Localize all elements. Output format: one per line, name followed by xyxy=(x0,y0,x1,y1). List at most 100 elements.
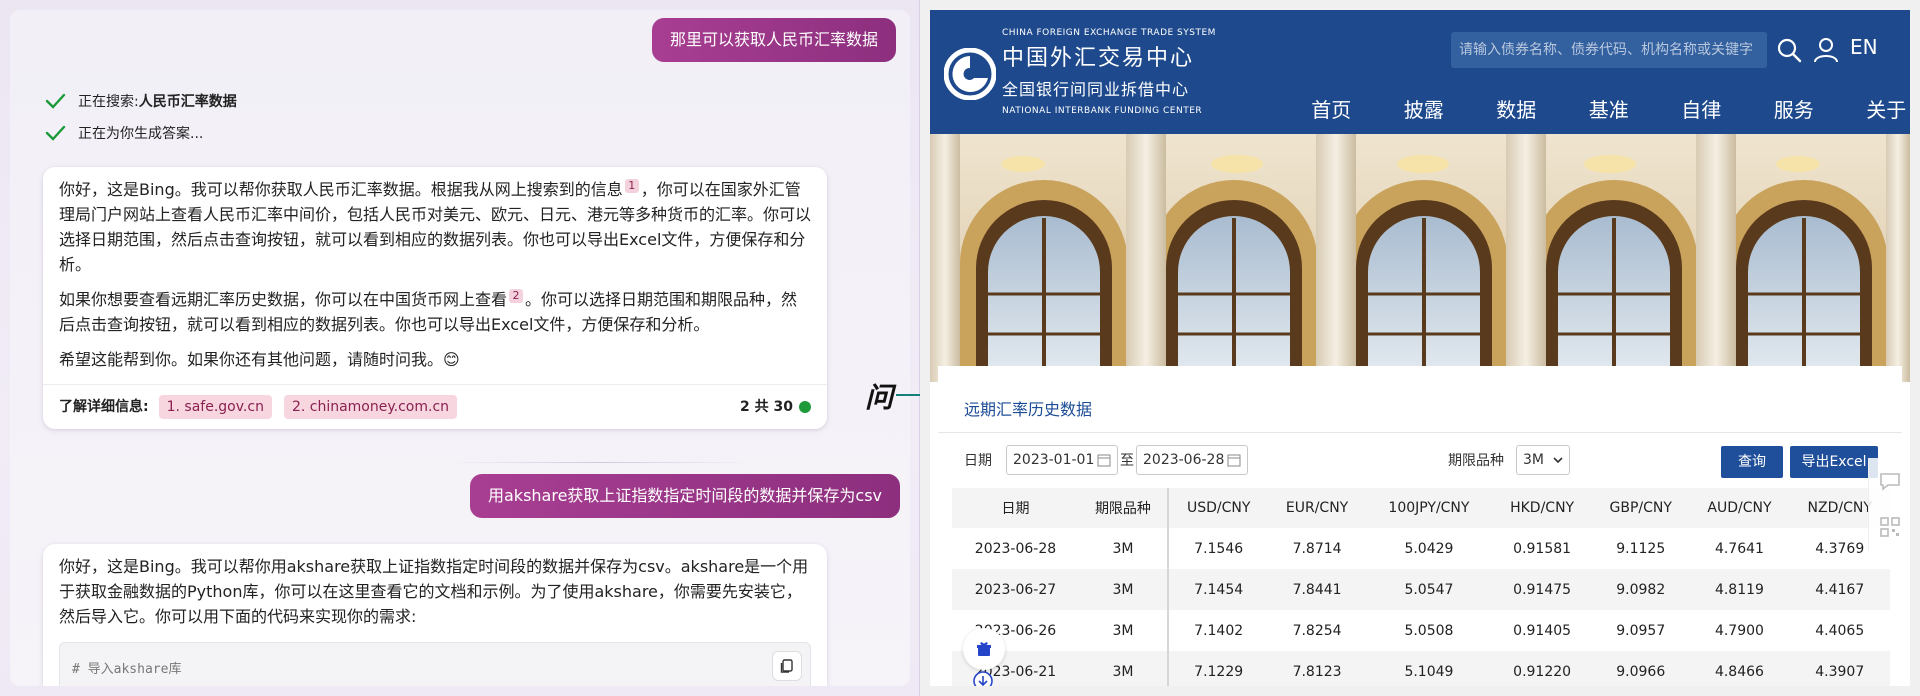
end-date-input[interactable]: 2023-06-28 xyxy=(1136,445,1248,475)
tenor-select[interactable]: 3M xyxy=(1516,445,1570,475)
cell: 2023-06-27 xyxy=(952,569,1079,610)
chat-bubble-icon[interactable] xyxy=(1879,471,1901,491)
cell: 3M xyxy=(1078,651,1169,686)
calendar-icon xyxy=(1097,454,1111,467)
cell: 0.91405 xyxy=(1513,622,1572,639)
col-gbp[interactable]: GBP/CNY xyxy=(1592,488,1690,528)
tenor-label: 期限品种 xyxy=(1448,453,1504,469)
col-eur[interactable]: EUR/CNY xyxy=(1268,488,1366,528)
nav-home[interactable]: 首页 xyxy=(1285,94,1378,123)
calendar-icon xyxy=(1227,454,1241,467)
nav-self-regulation[interactable]: 自律 xyxy=(1655,94,1748,123)
nav-benchmark[interactable]: 基准 xyxy=(1563,94,1656,123)
start-date-input[interactable]: 2023-01-01 xyxy=(1006,445,1118,475)
date-filter: 日期 2023-01-01 至 2023-06-28 xyxy=(964,444,1248,476)
search-icon[interactable] xyxy=(1775,36,1803,64)
cell: 3M xyxy=(1078,610,1169,651)
cell: 7.8714 xyxy=(1292,540,1342,557)
cell: 4.7641 xyxy=(1714,540,1764,557)
cell: 0.91475 xyxy=(1492,569,1593,610)
copy-code-button[interactable] xyxy=(772,651,802,681)
float-assistant-button[interactable] xyxy=(963,628,1005,670)
cell: 0.91220 xyxy=(1492,651,1593,686)
turn-counter: 2 共 30 xyxy=(740,395,811,420)
forward-rate-panel: 远期汇率历史数据 日期 2023-01-01 至 2023-06-28 期限品种… xyxy=(938,366,1902,686)
panel-title: 远期汇率历史数据 xyxy=(964,400,1093,419)
logo-cn-sub: 全国银行间同业拆借中心 xyxy=(1002,80,1190,99)
date-to-label: 至 xyxy=(1120,453,1134,469)
cell: 9.0957 xyxy=(1616,622,1666,639)
answer-paragraph-2: 如果你想要查看远期汇率历史数据，你可以在中国货币网上查看 2 。你可以选择日期范围和… xyxy=(43,277,827,337)
check-icon xyxy=(45,93,66,109)
cell: 7.1229 xyxy=(1167,651,1269,686)
nav-disclosure[interactable]: 披露 xyxy=(1378,94,1471,123)
chat-conversation: 那里可以获取人民币汇率数据 正在搜索: 人民币汇率数据 正在为你生成答案... … xyxy=(10,10,910,686)
learn-more-row: 了解详细信息: 1. safe.gov.cn 2. chinamoney.com… xyxy=(43,384,827,429)
nav-data[interactable]: 数据 xyxy=(1470,94,1563,123)
logo-cn-main: 中国外汇交易中心 xyxy=(1002,46,1195,71)
forward-rate-table: 日期 期限品种 USD/CNY EUR/CNY 100JPY/CNY HKD/C… xyxy=(952,488,1890,686)
cell: 9.1125 xyxy=(1616,540,1666,557)
cell: 5.0508 xyxy=(1404,622,1454,639)
learn-more-label: 了解详细信息: xyxy=(59,398,149,415)
tenor-value: 3M xyxy=(1523,452,1544,468)
col-aud[interactable]: AUD/CNY xyxy=(1689,488,1790,528)
answer-text: 你好，这是Bing。我可以帮你获取人民币汇率数据。根据我从网上搜索到的信息 xyxy=(59,180,623,199)
col-date[interactable]: 日期 xyxy=(952,488,1079,528)
cell: 7.1454 xyxy=(1167,569,1269,610)
site-search-input[interactable] xyxy=(1451,32,1767,68)
language-switch[interactable]: EN xyxy=(1850,35,1878,59)
answer2-paragraph-1: 你好，这是Bing。我可以帮你用akshare获取上证指数指定时间段的数据并保存… xyxy=(59,557,809,626)
citation-2[interactable]: 2 xyxy=(509,288,524,303)
nav-about[interactable]: 关于 xyxy=(1840,94,1910,123)
col-tenor[interactable]: 期限品种 xyxy=(1078,488,1169,528)
status-dot-icon xyxy=(799,401,811,413)
end-date-value: 2023-06-28 xyxy=(1143,452,1225,468)
user-icon[interactable] xyxy=(1812,36,1840,64)
cell: 4.7900 xyxy=(1714,622,1764,639)
qr-code-icon[interactable] xyxy=(1879,516,1901,538)
site-header: CHINA FOREIGN EXCHANGE TRADE SYSTEM 中国外汇… xyxy=(930,10,1910,134)
annotation-ask: 问 xyxy=(865,381,894,414)
table-row: 2023-06-21 3M 7.1229 7.8123 5.1049 0.912… xyxy=(952,651,1890,686)
user-message-2: 用akshare获取上证指数指定时间段的数据并保存为csv xyxy=(470,474,901,518)
cell: 5.1049 xyxy=(1365,651,1493,686)
cell: 4.4065 xyxy=(1815,622,1865,639)
cell: 3M xyxy=(1078,528,1169,569)
logo-en-top: CHINA FOREIGN EXCHANGE TRADE SYSTEM xyxy=(1002,28,1216,38)
cell: 7.8123 xyxy=(1268,651,1366,686)
nav-services[interactable]: 服务 xyxy=(1748,94,1841,123)
bot-answer-1: 你好，这是Bing。我可以帮你获取人民币汇率数据。根据我从网上搜索到的信息 1 ，你… xyxy=(43,167,827,429)
turn-counter-text: 2 共 30 xyxy=(740,398,793,415)
cell: 7.1546 xyxy=(1194,540,1244,557)
cell: 4.8119 xyxy=(1689,569,1790,610)
panel-divider xyxy=(938,432,1902,433)
export-excel-button[interactable]: 导出Excel xyxy=(1790,446,1878,478)
chat-divider xyxy=(450,462,750,463)
cell: 7.8441 xyxy=(1268,569,1366,610)
answer-paragraph-3: 希望这能帮到你。如果你还有其他问题，请随时问我。😊 xyxy=(59,350,460,369)
date-label: 日期 xyxy=(964,453,992,469)
source-link-safe[interactable]: 1. safe.gov.cn xyxy=(158,395,272,419)
col-usd[interactable]: USD/CNY xyxy=(1167,488,1269,528)
status-searching-prefix: 正在搜索: xyxy=(78,94,139,110)
status-generating-text: 正在为你生成答案... xyxy=(78,126,204,142)
code-block: # 导入akshare库 xyxy=(59,642,811,686)
cfets-logo-icon xyxy=(944,48,996,100)
scroll-down-icon[interactable] xyxy=(972,670,994,686)
tenor-filter: 期限品种 3M xyxy=(1448,444,1570,476)
col-jpy[interactable]: 100JPY/CNY xyxy=(1365,488,1493,528)
cell: 7.1402 xyxy=(1194,622,1244,639)
table-row: 2023-06-28 3M 7.1546 7.8714 5.0429 0.915… xyxy=(952,528,1890,569)
col-hkd[interactable]: HKD/CNY xyxy=(1492,488,1593,528)
cell: 9.0982 xyxy=(1592,569,1690,610)
citation-1[interactable]: 1 xyxy=(624,178,639,193)
answer-paragraph-1: 你好，这是Bing。我可以帮你获取人民币汇率数据。根据我从网上搜索到的信息 1 ，你… xyxy=(43,167,827,277)
cell: 0.91581 xyxy=(1513,540,1572,557)
answer-text: 如果你想要查看远期汇率历史数据，你可以在中国货币网上查看 xyxy=(59,290,508,309)
source-link-chinamoney[interactable]: 2. chinamoney.com.cn xyxy=(283,395,458,419)
cell: 2023-06-28 xyxy=(974,540,1057,557)
status-searching-term: 人民币汇率数据 xyxy=(138,94,237,110)
query-button[interactable]: 查询 xyxy=(1721,446,1783,478)
logo-en-bottom: NATIONAL INTERBANK FUNDING CENTER xyxy=(1002,106,1203,116)
